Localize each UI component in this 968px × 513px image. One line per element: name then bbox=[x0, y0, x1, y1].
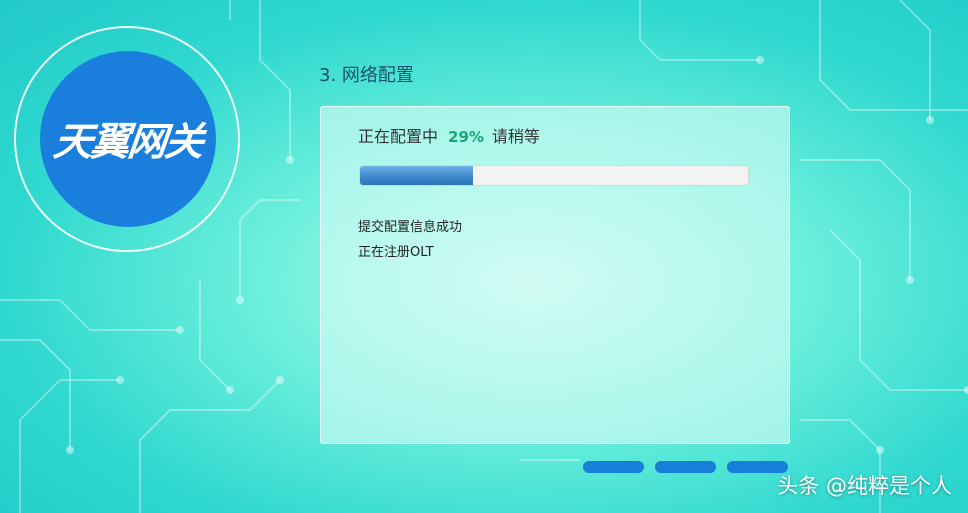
log-item: 提交配置信息成功 bbox=[358, 220, 463, 235]
brand-logo-text: 天翼网关 bbox=[51, 120, 204, 165]
pager-dot bbox=[583, 461, 644, 473]
pager-dot bbox=[655, 461, 716, 473]
step-title: 3. 网络配置 bbox=[319, 65, 414, 86]
progress-percent: 29% bbox=[448, 128, 484, 146]
status-suffix: 请稍等 bbox=[491, 127, 540, 146]
progress-bar-fill bbox=[360, 166, 473, 185]
step-pager bbox=[583, 461, 788, 473]
config-panel: 正在配置中 29% 请稍等 提交配置信息成功 正在注册OLT bbox=[320, 106, 790, 444]
watermark: 头条 @纯粹是个人 bbox=[777, 474, 952, 498]
status-line: 正在配置中 29% 请稍等 bbox=[358, 123, 540, 147]
brand-logo: 天翼网关 bbox=[40, 51, 216, 227]
status-prefix: 正在配置中 bbox=[358, 127, 439, 146]
log-list: 提交配置信息成功 正在注册OLT bbox=[358, 219, 462, 269]
progress-bar bbox=[359, 165, 749, 186]
log-item: 正在注册OLT bbox=[358, 245, 434, 260]
